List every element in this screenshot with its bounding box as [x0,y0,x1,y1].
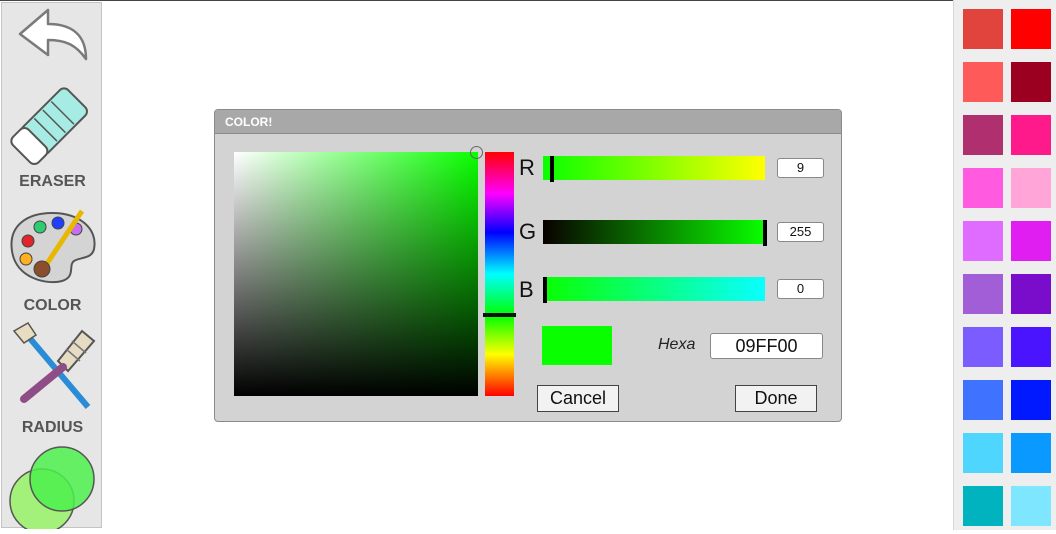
color-palette [953,0,1056,530]
eraser-icon [10,87,88,166]
palette-swatch[interactable] [963,62,1003,102]
cancel-button[interactable]: Cancel [537,385,619,412]
palette-swatch[interactable] [963,486,1003,526]
saturation-value-area[interactable] [234,152,478,396]
brushes-icon [12,322,96,409]
color-tool[interactable]: COLOR [2,205,103,317]
palette-swatch[interactable] [963,380,1003,420]
palette-swatch[interactable] [1011,380,1051,420]
top-border [0,0,1056,1]
b-slider[interactable] [543,277,765,303]
overlapping-circles-icon [9,446,95,534]
palette-swatch[interactable] [1011,274,1051,314]
g-label: G [519,219,537,244]
palette-swatch[interactable] [963,274,1003,314]
hue-marker[interactable] [483,313,516,317]
hue-slider[interactable] [485,152,514,396]
color-label: COLOR [23,297,82,314]
b-slider-handle[interactable] [543,277,547,303]
r-value[interactable]: 9 [777,158,824,178]
hexa-label: Hexa [658,336,696,353]
back-button[interactable] [2,3,103,65]
b-value[interactable]: 0 [777,279,824,299]
r-slider-handle[interactable] [550,156,554,182]
r-slider[interactable] [543,156,765,182]
g-value[interactable]: 255 [777,222,824,242]
palette-swatch[interactable] [963,168,1003,208]
back-arrow-icon [18,8,88,61]
color-preview [542,326,612,365]
dialog-title: COLOR! [215,110,841,134]
radius-tool[interactable]: RADIUS [2,321,103,441]
hexa-input[interactable]: 09FF00 [710,333,823,359]
left-toolbar: ERASER COLOR RADIUS [1,2,103,534]
done-button[interactable]: Done [735,385,817,412]
palette-swatch[interactable] [1011,9,1051,49]
radius-label: RADIUS [21,419,84,436]
palette-swatch[interactable] [963,327,1003,367]
palette-swatch[interactable] [1011,62,1051,102]
palette-swatch[interactable] [1011,115,1051,155]
opacity-tool[interactable] [2,443,103,534]
r-label: R [519,155,535,180]
palette-swatch[interactable] [1011,327,1051,367]
palette-swatch[interactable] [963,115,1003,155]
palette-swatch[interactable] [963,221,1003,261]
palette-swatch[interactable] [963,9,1003,49]
palette-icon [10,209,96,284]
b-label: B [519,277,534,302]
palette-swatch[interactable] [1011,433,1051,473]
g-slider-handle[interactable] [763,220,767,246]
palette-swatch[interactable] [1011,221,1051,261]
color-picker-dialog: COLOR! R 9 G 255 B 0 Hexa 09FF00 Cancel … [214,109,842,422]
palette-swatch[interactable] [1011,168,1051,208]
eraser-tool[interactable]: ERASER [2,77,103,197]
sv-cursor[interactable] [470,146,483,159]
g-slider[interactable] [543,220,767,246]
eraser-label: ERASER [19,173,86,190]
palette-swatch[interactable] [963,433,1003,473]
palette-swatch[interactable] [1011,486,1051,526]
